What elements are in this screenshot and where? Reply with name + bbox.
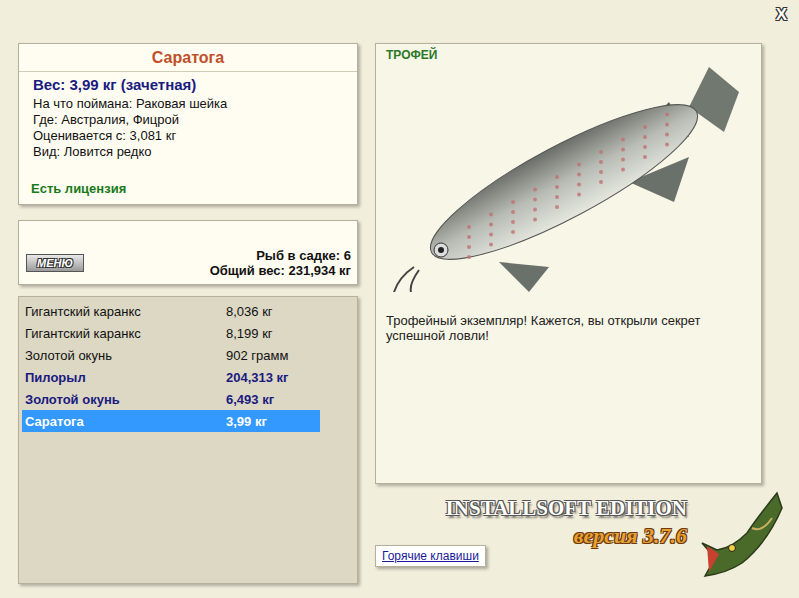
keepnet-stats: Рыб в садке: 6Общий вес: 231,934 кг (210, 248, 351, 278)
catch-row[interactable]: Золотой окунь902 грамм (22, 344, 320, 366)
fish-name: Саратога (19, 44, 357, 72)
catch-name: Пилорыл (25, 370, 226, 385)
fish-trophy-icon (389, 62, 749, 292)
catch-row[interactable]: Гигантский каранкс8,036 кг (22, 300, 320, 322)
game-window: XСаратогаВес: 3,99 кг (зачетная)На что п… (0, 0, 799, 598)
trophy-message: Трофейный экземпляр! Кажется, вы открыли… (386, 313, 751, 343)
hotkeys-button[interactable]: Горячие клавиши (375, 545, 486, 567)
catch-weight: 8,036 кг (226, 304, 320, 319)
close-button[interactable]: X (773, 5, 790, 25)
pike-logo-icon (697, 488, 785, 580)
catch-weight: 902 грамм (226, 348, 320, 363)
trophy-panel: ТРОФЕЙ Трофейный экземпляр! Кажется, вы о… (375, 43, 762, 484)
edition-label: INSTALLSOFT EDITION (446, 496, 687, 521)
branding: INSTALLSOFT EDITIONверсия 3.7.6 Горячие к… (375, 484, 785, 584)
title-bar: X (0, 0, 799, 43)
fish-detail: Вид: Ловится редко (19, 144, 357, 160)
catch-name: Гигантский каранкс (25, 304, 226, 319)
brand-text: INSTALLSOFT EDITIONверсия 3.7.6 Горячие к… (375, 496, 687, 567)
license-status: Есть лицензия (19, 181, 357, 196)
trophy-badge: ТРОФЕЙ (386, 48, 751, 62)
catch-name: Золотой окунь (25, 392, 226, 407)
fish-picture (386, 62, 751, 302)
right-column: ТРОФЕЙ Трофейный экземпляр! Кажется, вы о… (375, 43, 785, 584)
catch-weight: 6,493 кг (226, 392, 320, 407)
catch-weight: 3,99 кг (226, 414, 320, 429)
content: СаратогаВес: 3,99 кг (зачетная)На что по… (0, 43, 799, 598)
version-label: версия 3.7.6 (574, 523, 687, 549)
catch-row[interactable]: Пилорыл204,313 кг (22, 366, 320, 388)
catch-row[interactable]: Золотой окунь6,493 кг (22, 388, 320, 410)
fish-info-panel: СаратогаВес: 3,99 кг (зачетная)На что по… (18, 43, 358, 205)
fish-count: Рыб в садке: 6 (210, 248, 351, 263)
catch-name: Золотой окунь (25, 348, 226, 363)
keepnet-panel: МЕНЮ Рыб в садке: 6Общий вес: 231,934 кг (18, 220, 358, 285)
fish-detail: Где: Австралия, Фицрой (19, 112, 357, 128)
catch-row[interactable]: Гигантский каранкс8,199 кг (22, 322, 320, 344)
fish-detail: На что поймана: Раковая шейка (19, 96, 357, 112)
left-column: СаратогаВес: 3,99 кг (зачетная)На что по… (18, 43, 358, 584)
catch-list: Гигантский каранкс8,036 кгГигантский кар… (18, 296, 358, 584)
catch-name: Саратога (25, 414, 226, 429)
catch-name: Гигантский каранкс (25, 326, 226, 341)
catch-row[interactable]: Саратога3,99 кг (22, 410, 320, 432)
catch-weight: 204,313 кг (226, 370, 320, 385)
fish-weight: Вес: 3,99 кг (зачетная) (19, 72, 357, 96)
total-weight: Общий вес: 231,934 кг (210, 263, 351, 278)
fish-detail: Оценивается с: 3,081 кг (19, 128, 357, 144)
menu-button[interactable]: МЕНЮ (26, 254, 84, 272)
catch-weight: 8,199 кг (226, 326, 320, 341)
